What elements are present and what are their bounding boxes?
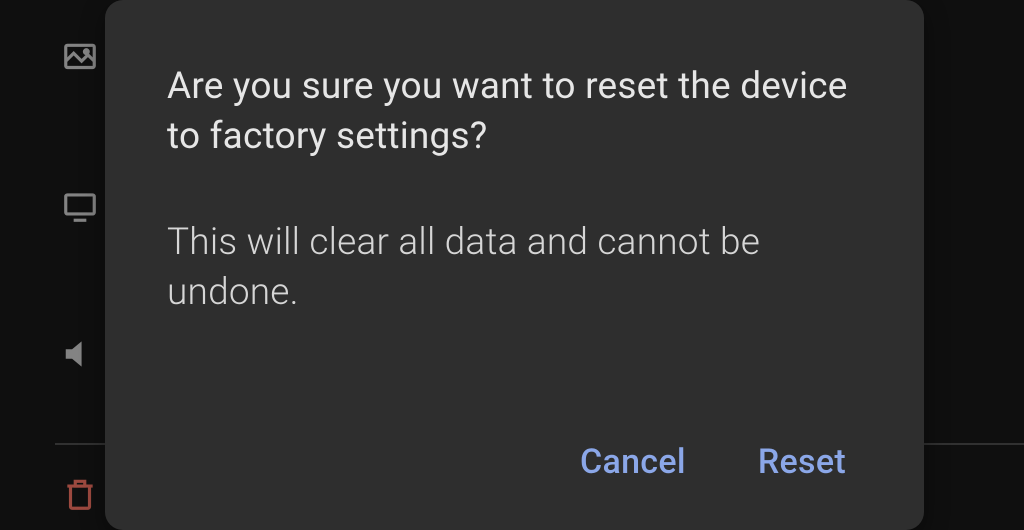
dialog-title: Are you sure you want to reset the devic… <box>167 62 862 162</box>
factory-reset-dialog: Are you sure you want to reset the devic… <box>105 0 924 530</box>
cancel-button[interactable]: Cancel <box>580 442 686 482</box>
reset-button[interactable]: Reset <box>758 442 846 482</box>
dialog-actions: Cancel Reset <box>167 442 862 490</box>
dialog-message: This will clear all data and cannot be u… <box>167 218 862 442</box>
